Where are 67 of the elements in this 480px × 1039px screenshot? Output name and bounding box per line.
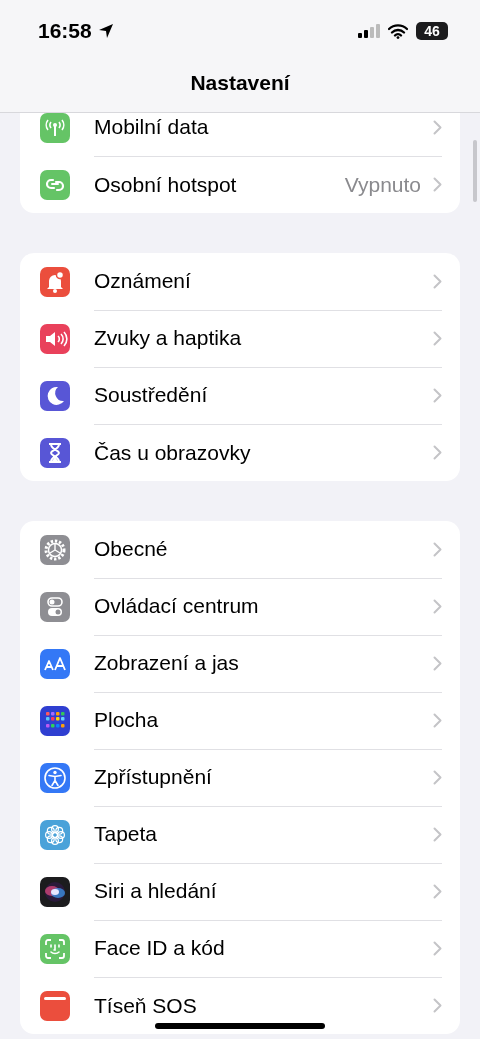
chevron-icon bbox=[433, 119, 442, 135]
flower-icon bbox=[40, 819, 70, 850]
chevron-icon bbox=[433, 655, 442, 671]
chevron-icon bbox=[433, 598, 442, 614]
chevron-icon bbox=[433, 541, 442, 557]
chevron-icon bbox=[433, 883, 442, 899]
wifi-icon bbox=[388, 23, 408, 39]
chevron-icon bbox=[433, 940, 442, 956]
orb-icon bbox=[40, 876, 70, 907]
row-label: Plocha bbox=[94, 708, 160, 732]
row-label: Osobní hotspot bbox=[94, 172, 238, 197]
chevron-icon bbox=[433, 387, 442, 403]
chevron-icon bbox=[433, 445, 442, 460]
settings-row[interactable]: Obecné bbox=[20, 521, 460, 578]
chain-link-icon bbox=[40, 169, 70, 200]
text-size-icon bbox=[40, 648, 70, 679]
settings-row[interactable]: Plocha bbox=[20, 692, 460, 749]
cellular-signal-icon bbox=[358, 24, 380, 38]
hourglass-icon bbox=[40, 437, 70, 468]
row-label: Zvuky a haptika bbox=[94, 326, 243, 350]
face-scan-icon bbox=[40, 933, 70, 964]
chevron-icon bbox=[433, 826, 442, 842]
app-grid-icon bbox=[40, 705, 70, 736]
chevron-icon bbox=[433, 330, 442, 346]
location-arrow-icon bbox=[97, 23, 114, 39]
settings-row[interactable]: Zobrazení a jas bbox=[20, 635, 460, 692]
row-label: Obecné bbox=[94, 537, 169, 561]
row-label: Mobilní data bbox=[94, 115, 210, 139]
chevron-icon bbox=[433, 712, 442, 728]
chevron-icon bbox=[433, 998, 442, 1013]
battery-icon: 46 bbox=[416, 22, 448, 40]
row-label: Oznámení bbox=[94, 269, 192, 293]
toggle-switches-icon bbox=[40, 591, 70, 622]
chevron-icon bbox=[433, 273, 442, 289]
row-label: Face ID a kód bbox=[94, 936, 226, 960]
emergency-icon bbox=[40, 990, 70, 1021]
gear-icon bbox=[40, 534, 70, 565]
accessibility-icon bbox=[40, 762, 70, 793]
row-label: Čas u obrazovky bbox=[94, 440, 252, 465]
row-value: Vypnuto bbox=[344, 172, 421, 197]
settings-row[interactable]: Siri a hledání bbox=[20, 863, 460, 920]
row-label: Siri a hledání bbox=[94, 879, 218, 903]
moon-icon bbox=[40, 380, 70, 411]
settings-row[interactable]: Ovládací centrum bbox=[20, 578, 460, 635]
row-label: Tíseň SOS bbox=[94, 993, 198, 1018]
settings-row[interactable]: Čas u obrazovky bbox=[20, 424, 460, 481]
status-time: 16:58 bbox=[38, 19, 92, 43]
settings-row[interactable]: Tapeta bbox=[20, 806, 460, 863]
bell-icon bbox=[40, 266, 70, 297]
speaker-icon bbox=[40, 323, 70, 354]
row-label: Tapeta bbox=[94, 822, 159, 846]
nav-title: Nastavení bbox=[189, 71, 291, 95]
row-label: Soustředění bbox=[94, 383, 209, 407]
settings-row[interactable]: Mobilní data bbox=[20, 113, 460, 156]
settings-row[interactable]: Soustředění bbox=[20, 367, 460, 424]
settings-row[interactable]: Osobní hotspot Vypnuto bbox=[20, 156, 460, 213]
scroll-indicator bbox=[473, 140, 477, 202]
settings-row[interactable]: Zpřístupnění bbox=[20, 749, 460, 806]
row-label: Zobrazení a jas bbox=[94, 651, 240, 675]
settings-row[interactable]: Oznámení bbox=[20, 253, 460, 310]
settings-row[interactable]: Tíseň SOS bbox=[20, 977, 460, 1034]
settings-row[interactable]: Face ID a kód bbox=[20, 920, 460, 977]
chevron-icon bbox=[433, 769, 442, 785]
settings-row[interactable]: Zvuky a haptika bbox=[20, 310, 460, 367]
row-label: Zpřístupnění bbox=[94, 765, 213, 789]
chevron-icon bbox=[433, 177, 442, 192]
row-label: Ovládací centrum bbox=[94, 594, 260, 618]
